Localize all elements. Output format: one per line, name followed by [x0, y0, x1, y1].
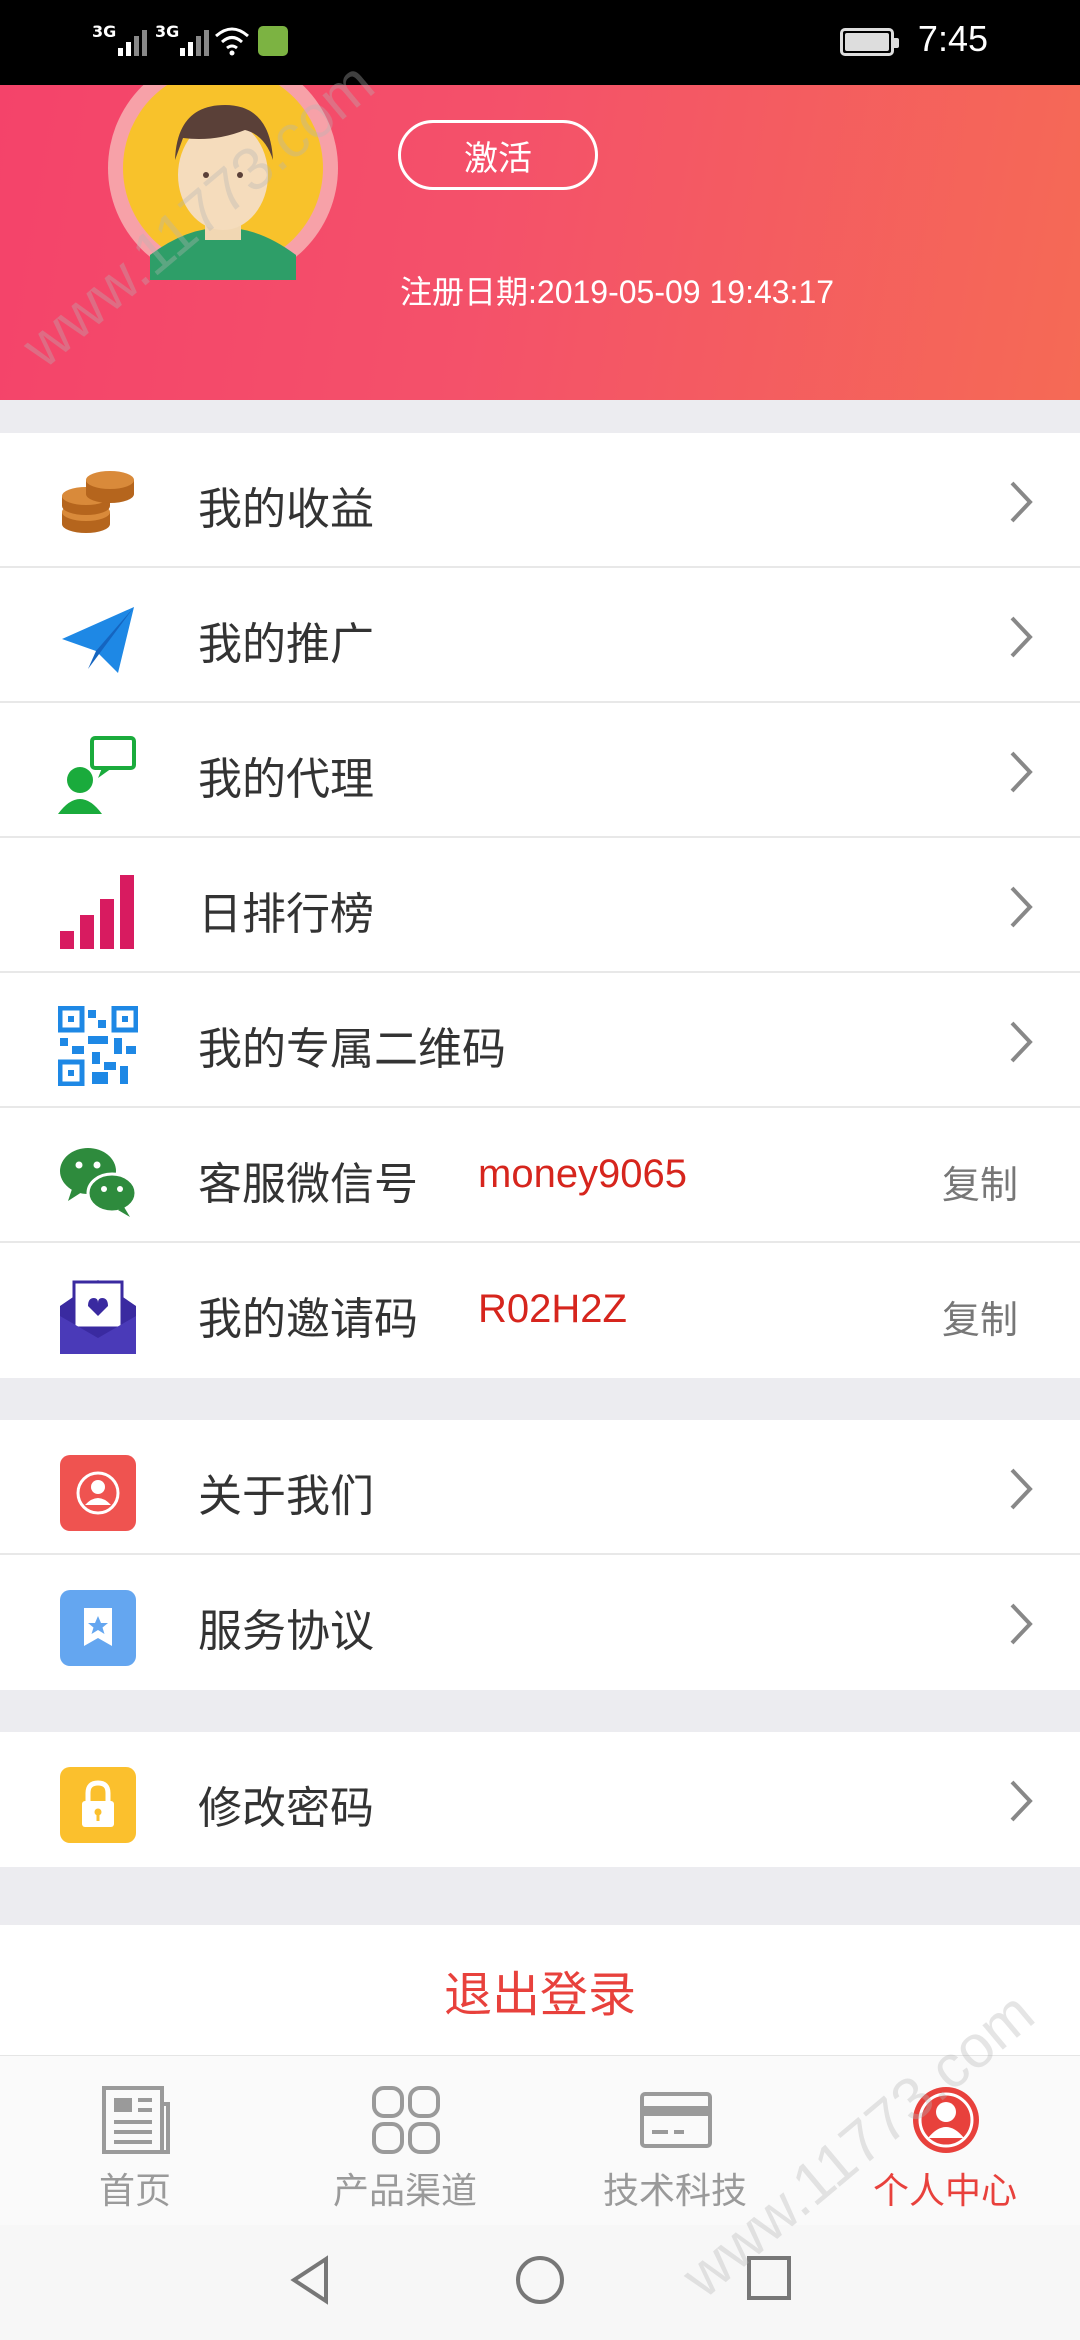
menu-item-label: 服务协议	[198, 1606, 374, 1657]
menu-item-promotion[interactable]: 我的推广	[0, 568, 1080, 703]
signal-strength-icon-1: 3G	[92, 22, 116, 41]
signal-bars-icon-2	[180, 30, 209, 56]
menu-group-info: 关于我们 服务协议	[0, 1420, 1080, 1690]
wechat-icon	[60, 1148, 138, 1217]
wifi-icon	[215, 27, 249, 56]
register-date: 注册日期:2019-05-09 19:43:17	[400, 274, 835, 310]
tab-personal-center[interactable]: 个人中心	[810, 2056, 1080, 2226]
menu-item-service-agreement[interactable]: 服务协议	[0, 1555, 1080, 1690]
back-nav-icon[interactable]	[288, 2255, 332, 2305]
tab-home[interactable]: 首页	[0, 2056, 270, 2226]
about-us-icon	[60, 1455, 136, 1531]
menu-item-label: 关于我们	[198, 1471, 374, 1522]
menu-item-label: 我的推广	[198, 619, 374, 670]
chevron-right-icon	[1010, 886, 1033, 928]
chevron-right-icon	[1010, 1780, 1033, 1822]
profile-header: 激活 注册日期:2019-05-09 19:43:17	[0, 85, 1080, 400]
copy-invite-code-button[interactable]: 复制	[942, 1289, 1018, 1344]
tab-label: 技术科技	[602, 2171, 747, 2212]
menu-item-service-wechat: 客服微信号 money9065 复制	[0, 1108, 1080, 1243]
menu-item-about-us[interactable]: 关于我们	[0, 1420, 1080, 1555]
menu-group-security: 修改密码	[0, 1732, 1080, 1867]
network-type-label: 3G	[92, 22, 117, 41]
signal-bars-icon	[118, 30, 147, 56]
chevron-right-icon	[1010, 481, 1033, 523]
menu-item-label: 我的专属二维码	[198, 1024, 506, 1075]
tab-label: 产品渠道	[332, 2171, 477, 2212]
tab-product-channels[interactable]: 产品渠道	[270, 2056, 540, 2226]
clock-time: 7:45	[917, 18, 988, 59]
card-icon	[640, 2092, 712, 2148]
lock-icon	[60, 1767, 136, 1843]
tab-label: 个人中心	[872, 2171, 1017, 2212]
menu-item-label: 我的代理	[198, 754, 374, 805]
menu-item-label: 我的邀请码	[198, 1294, 418, 1345]
bar-chart-icon	[60, 875, 134, 949]
menu-item-earnings[interactable]: 我的收益	[0, 433, 1080, 568]
network-type-label-2: 3G	[155, 22, 180, 41]
signal-strength-icon-2: 3G	[155, 22, 179, 41]
recent-apps-nav-icon[interactable]	[746, 2255, 792, 2301]
notification-app-icon	[258, 26, 288, 56]
user-avatar[interactable]	[105, 85, 341, 280]
menu-item-label: 客服微信号	[198, 1159, 418, 1210]
menu-item-label: 修改密码	[198, 1783, 374, 1834]
chevron-right-icon	[1010, 616, 1033, 658]
menu-item-agent[interactable]: 我的代理	[0, 703, 1080, 838]
menu-item-qr-code[interactable]: 我的专属二维码	[0, 973, 1080, 1108]
invite-envelope-icon	[60, 1280, 136, 1354]
battery-icon	[840, 28, 899, 56]
wechat-id-value: money9065	[478, 1152, 688, 1196]
newspaper-icon	[102, 2086, 170, 2154]
coins-icon	[62, 471, 134, 533]
tab-technology[interactable]: 技术科技	[540, 2056, 810, 2226]
invite-code-value: R02H2Z	[478, 1287, 627, 1331]
chevron-right-icon	[1010, 751, 1033, 793]
menu-item-invite-code: 我的邀请码 R02H2Z 复制	[0, 1243, 1080, 1378]
home-nav-icon[interactable]	[515, 2255, 565, 2305]
agent-chat-icon	[58, 736, 136, 814]
activate-button[interactable]: 激活	[398, 120, 598, 190]
tab-label: 首页	[98, 2171, 171, 2212]
chevron-right-icon	[1010, 1468, 1033, 1510]
menu-item-label: 日排行榜	[198, 889, 374, 940]
copy-wechat-button[interactable]: 复制	[942, 1154, 1018, 1209]
qr-code-icon	[58, 1006, 138, 1086]
chevron-right-icon	[1010, 1603, 1033, 1645]
menu-item-label: 我的收益	[198, 484, 374, 535]
grid-icon	[372, 2086, 440, 2154]
service-agreement-icon	[60, 1590, 136, 1666]
menu-item-daily-ranking[interactable]: 日排行榜	[0, 838, 1080, 973]
paper-plane-icon	[62, 607, 134, 673]
system-navigation-bar	[0, 2225, 1080, 2340]
bottom-tab-bar: 首页 产品渠道 技术科技 个人中心	[0, 2055, 1080, 2225]
menu-item-change-password[interactable]: 修改密码	[0, 1732, 1080, 1867]
status-bar: 3G 3G 7:45	[0, 0, 1080, 85]
chevron-right-icon	[1010, 1021, 1033, 1063]
menu-group-main: 我的收益 我的推广 我的代理 日排行榜 我的专属二维码 客服微信号 money9…	[0, 433, 1080, 1378]
user-circle-icon	[913, 2087, 979, 2153]
logout-button[interactable]: 退出登录	[0, 1925, 1080, 2055]
